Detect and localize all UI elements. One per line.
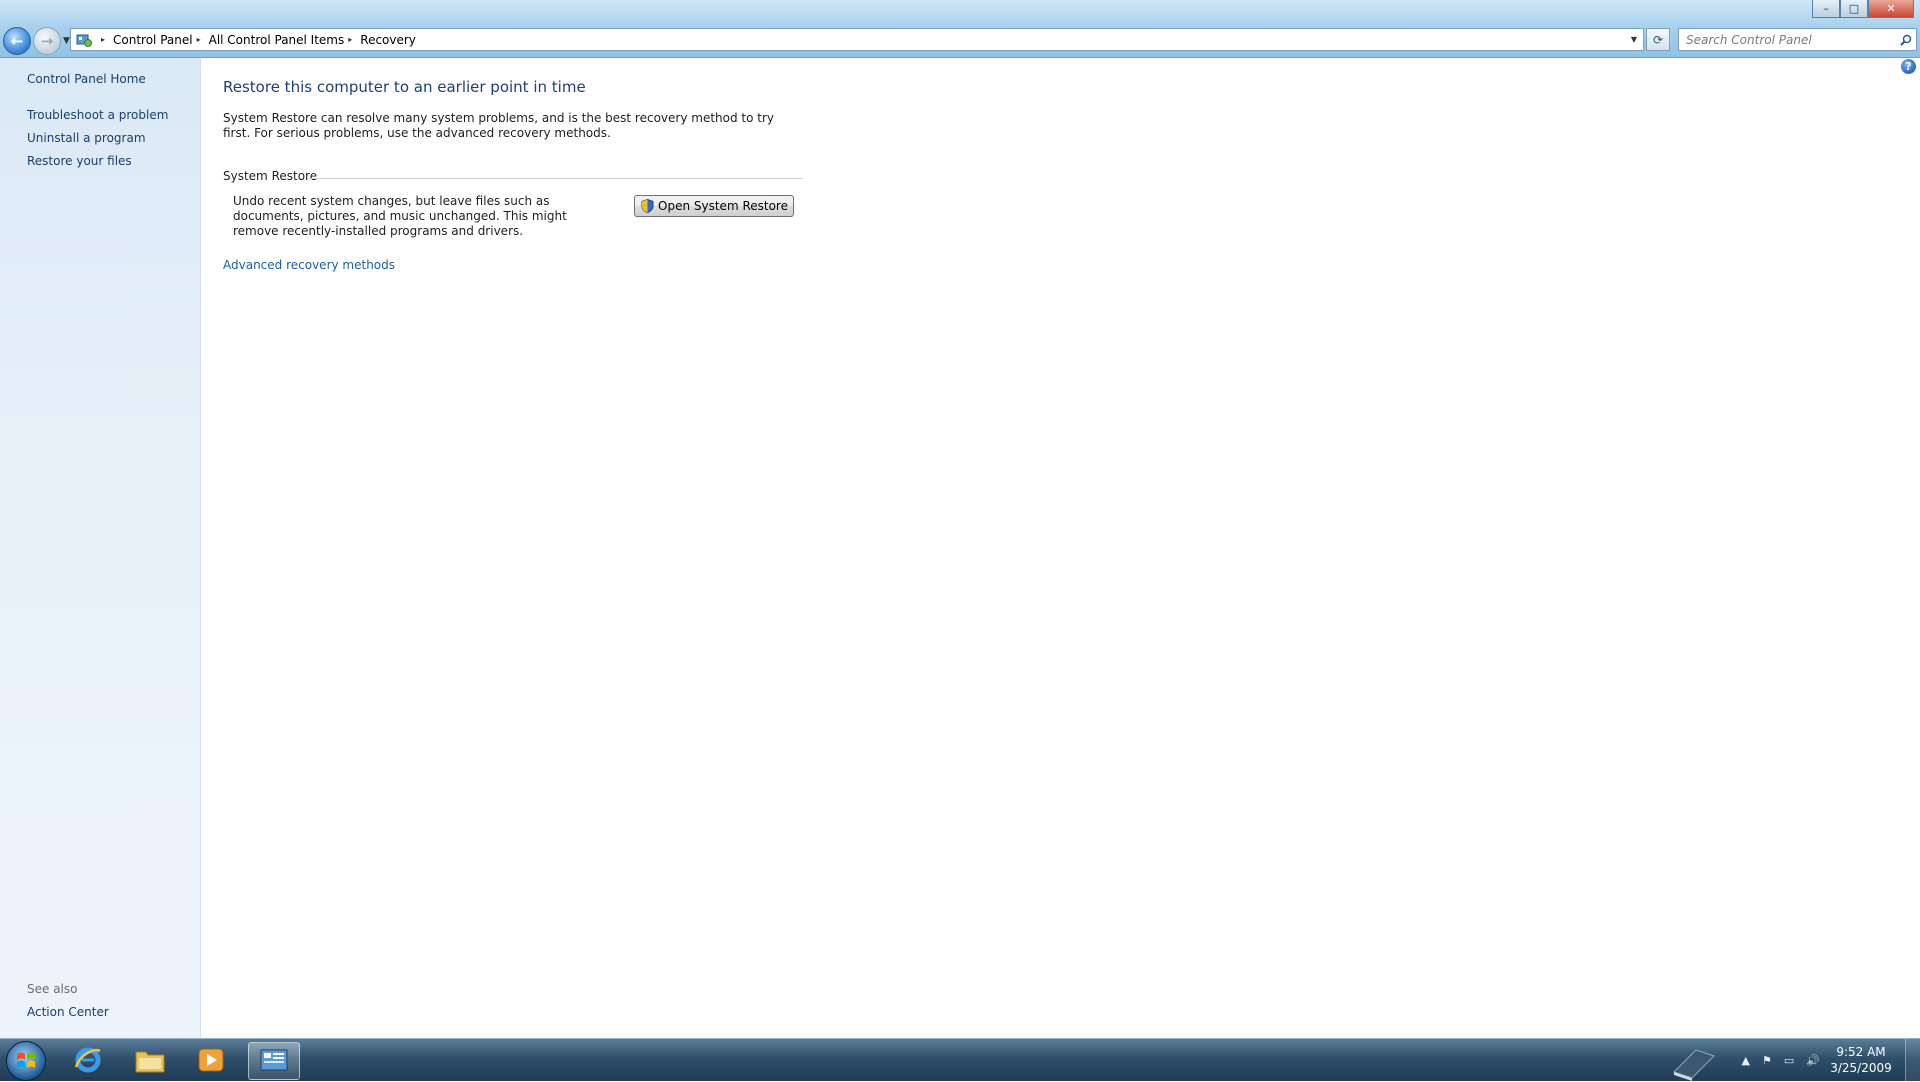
start-button[interactable] [6, 1041, 46, 1081]
see-also-label: See also [27, 982, 77, 996]
clock-date: 3/25/2009 [1826, 1060, 1896, 1076]
advanced-recovery-link[interactable]: Advanced recovery methods [223, 258, 395, 272]
back-button[interactable]: ← [3, 27, 31, 55]
media-player-icon [197, 1046, 225, 1074]
intro-text: System Restore can resolve many system p… [223, 111, 803, 141]
show-desktop-button[interactable] [1905, 1039, 1920, 1081]
section-description: Undo recent system changes, but leave fi… [233, 194, 608, 239]
section-divider [307, 178, 803, 179]
address-dropdown-icon[interactable]: ▼ [1625, 35, 1643, 44]
navigation-buttons: ← → ▼ [3, 26, 70, 56]
task-pane: Control Panel Home Troubleshoot a proble… [0, 58, 201, 1038]
close-button[interactable]: ✕ [1868, 0, 1914, 18]
book-icon [1668, 1042, 1718, 1082]
show-hidden-icons-button[interactable]: ▲ [1742, 1054, 1750, 1067]
clock-time: 9:52 AM [1826, 1044, 1896, 1060]
breadcrumb-recovery[interactable]: Recovery [360, 33, 416, 47]
recent-pages-button[interactable]: ▼ [63, 36, 70, 46]
window-controls: – □ ✕ [1812, 0, 1914, 18]
breadcrumb-separator[interactable]: ▸ [197, 35, 201, 44]
window-titlebar: – □ ✕ ← → ▼ ▸ Control Panel ▸ All Contro… [0, 0, 1920, 58]
maximize-button[interactable]: □ [1840, 0, 1868, 18]
volume-icon[interactable]: 🔊 [1806, 1054, 1820, 1067]
restore-files-link[interactable]: Restore your files [27, 154, 132, 168]
breadcrumb-all-items[interactable]: All Control Panel Items [209, 33, 345, 47]
uninstall-program-link[interactable]: Uninstall a program [27, 131, 146, 145]
control-panel-icon [75, 32, 93, 48]
minimize-button[interactable]: – [1812, 0, 1840, 18]
folder-icon [134, 1046, 166, 1074]
taskbar-windows-explorer[interactable] [125, 1042, 175, 1078]
uac-shield-icon [640, 199, 654, 213]
page-title: Restore this computer to an earlier poin… [223, 78, 586, 96]
forward-button[interactable]: → [33, 27, 61, 55]
internet-explorer-icon [73, 1045, 103, 1075]
windows-logo-icon [15, 1050, 37, 1072]
refresh-button[interactable]: ⟳ [1646, 28, 1670, 51]
search-input[interactable]: Search Control Panel [1679, 33, 1896, 47]
address-bar[interactable]: ▸ Control Panel ▸ All Control Panel Item… [70, 28, 1644, 51]
breadcrumb-separator[interactable]: ▸ [101, 35, 105, 44]
control-panel-home-link[interactable]: Control Panel Home [27, 72, 146, 86]
breadcrumb-control-panel[interactable]: Control Panel [113, 33, 193, 47]
network-icon[interactable]: ▭ [1784, 1054, 1794, 1067]
troubleshoot-link[interactable]: Troubleshoot a problem [27, 108, 168, 122]
control-panel-icon [259, 1048, 289, 1074]
taskbar-media-player[interactable] [186, 1042, 236, 1078]
action-center-link[interactable]: Action Center [27, 1005, 109, 1019]
search-box[interactable]: Search Control Panel [1678, 28, 1917, 51]
search-icon[interactable] [1896, 34, 1916, 46]
help-icon[interactable]: ? [1901, 59, 1916, 74]
open-system-restore-button[interactable]: Open System Restore [634, 195, 794, 217]
taskbar-internet-explorer[interactable] [63, 1042, 113, 1078]
section-title: System Restore [223, 169, 317, 183]
open-system-restore-label: Open System Restore [658, 199, 788, 213]
action-center-flag-icon[interactable]: ⚑ [1762, 1054, 1772, 1067]
taskbar: ▲ ⚑ ▭ 🔊 9:52 AM 3/25/2009 [0, 1038, 1920, 1081]
notification-area: ▲ ⚑ ▭ 🔊 [1742, 1039, 1820, 1081]
breadcrumb-separator[interactable]: ▸ [348, 35, 352, 44]
taskbar-control-panel[interactable] [248, 1042, 300, 1080]
system-clock[interactable]: 9:52 AM 3/25/2009 [1826, 1044, 1896, 1076]
